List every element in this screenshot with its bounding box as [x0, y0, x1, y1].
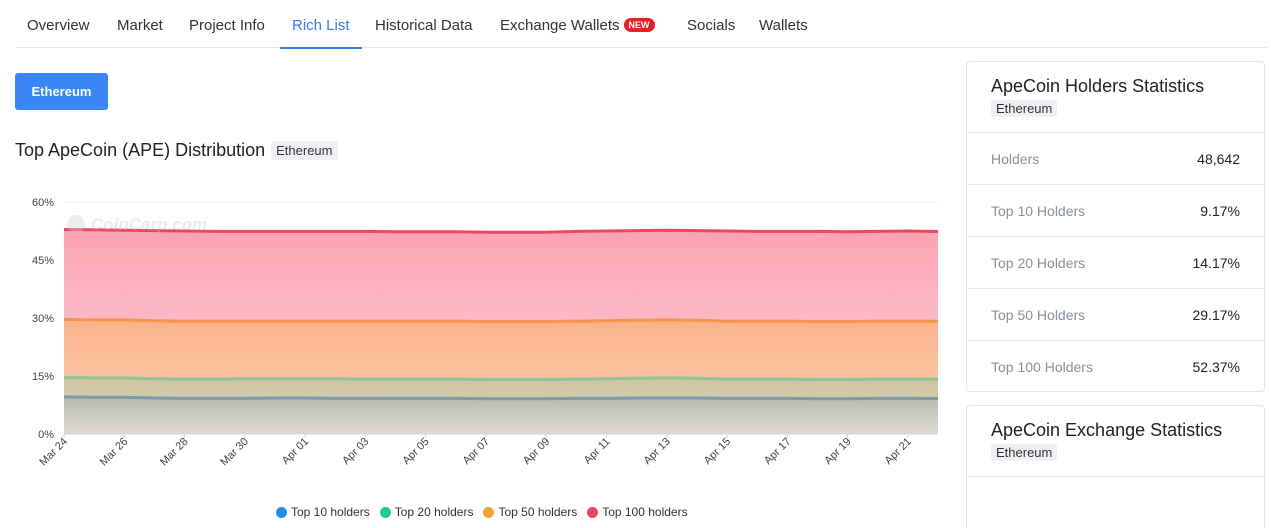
watermark-logo-icon — [67, 215, 85, 233]
holders-card-title: ApeCoin Holders Statistics — [991, 76, 1205, 96]
stat-row-top-50: Top 50 Holders 29.17% — [967, 289, 1264, 341]
chart-title: Top ApeCoin (APE) Distribution — [15, 140, 266, 160]
chart-legend: Top 10 holders Top 20 holders Top 50 hol… — [276, 505, 698, 519]
y-tick-label: 15% — [32, 371, 54, 383]
stat-label: Top 20 Holders — [991, 254, 1086, 271]
legend-dot-top-50 — [483, 506, 495, 518]
stat-value: 52.37% — [1192, 359, 1240, 375]
x-tick-label: Mar 26 — [98, 436, 131, 469]
legend-label-top-50: Top 50 holders — [498, 505, 578, 519]
tab-exchange-wallets-label: Exchange Wallets — [500, 17, 620, 34]
tab-project-info[interactable]: Project Info — [189, 0, 265, 48]
x-tick-label: Apr 21 — [883, 436, 914, 467]
x-tick-label: Apr 11 — [582, 436, 613, 467]
stat-label: Holders — [991, 150, 1040, 167]
x-axis: Mar 24 Mar 26 Mar 28 Mar 30 Apr 01 Apr 03 Apr … — [37, 434, 914, 468]
legend-dot-top-20 — [379, 506, 391, 518]
legend-dot-top-10 — [276, 506, 287, 518]
stat-label: Top 100 Holders — [991, 359, 1093, 375]
stat-value: 14.17% — [1192, 254, 1240, 271]
tab-overview[interactable]: Overview — [27, 0, 90, 48]
legend-top-50[interactable]: Top 50 holders — [483, 505, 577, 519]
tab-wallets[interactable]: Wallets — [759, 0, 808, 48]
distribution-chart: 0%15%30%45%60% Mar 24 Mar 26 Mar 28 Mar 30 A… — [32, 197, 939, 468]
exchange-card-title: ApeCoin Exchange Statistics — [991, 420, 1223, 440]
y-tick-label: 60% — [32, 197, 54, 209]
chart-title-row: Top ApeCoin (APE) Distribution Ethereum — [15, 140, 338, 161]
y-tick-label: 30% — [32, 313, 54, 325]
stat-row-top-10: Top 10 Holders 9.17% — [967, 185, 1264, 237]
chart-network-chip: Ethereum — [271, 141, 338, 160]
legend-label-top-10: Top 10 holders — [291, 505, 370, 519]
holders-card-header: ApeCoin Holders Statistics Ethereum — [967, 62, 1264, 133]
tab-exchange-wallets[interactable]: Exchange Wallets NEW — [500, 0, 655, 48]
x-tick-label: Apr 03 — [340, 436, 371, 467]
legend-label-top-100: Top 100 holders — [602, 505, 688, 519]
x-tick-label: Mar 30 — [218, 436, 251, 469]
x-tick-label: Apr 13 — [641, 436, 672, 467]
new-badge: NEW — [623, 18, 655, 32]
stat-value: 29.17% — [1192, 306, 1240, 323]
holders-card-chip: Ethereum — [991, 100, 1058, 117]
stat-label: Top 10 Holders — [991, 202, 1086, 219]
legend-dot-top-100 — [587, 506, 599, 518]
x-tick-label: Apr 17 — [762, 436, 793, 467]
y-tick-label: 45% — [32, 255, 54, 267]
x-tick-label: Mar 28 — [158, 436, 191, 469]
legend-top-100[interactable]: Top 100 holders — [587, 505, 688, 519]
legend-top-20[interactable]: Top 20 holders — [379, 505, 474, 519]
x-tick-label: Apr 19 — [822, 436, 853, 467]
tab-historical-data[interactable]: Historical Data — [375, 0, 473, 48]
legend-label-top-20: Top 20 holders — [394, 505, 474, 519]
x-tick-label: Apr 09 — [521, 436, 552, 467]
exchange-card-chip: Ethereum — [991, 444, 1058, 461]
watermark-text: CoinCarp.com — [91, 215, 207, 234]
stat-value: 9.17% — [1200, 202, 1240, 219]
tab-socials[interactable]: Socials — [687, 0, 735, 48]
x-tick-label: Apr 15 — [702, 436, 733, 467]
tab-bar: Overview Market Project Info Rich List H… — [15, 0, 1267, 49]
x-tick-label: Apr 01 — [280, 436, 311, 467]
x-tick-label: Apr 07 — [461, 436, 492, 467]
ethereum-network-button[interactable]: Ethereum — [15, 73, 108, 110]
stat-row-top-20: Top 20 Holders 14.17% — [967, 237, 1264, 289]
stat-label: Top 50 Holders — [991, 306, 1086, 323]
tab-rich-list[interactable]: Rich List — [280, 0, 361, 49]
legend-top-10[interactable]: Top 10 holders — [276, 505, 370, 519]
holders-statistics-card: ApeCoin Holders Statistics Ethereum Hold… — [966, 61, 1265, 392]
exchange-statistics-card: ApeCoin Exchange Statistics Ethereum — [966, 405, 1265, 528]
x-tick-label: Apr 05 — [400, 436, 431, 467]
chart-areas — [64, 229, 938, 434]
stat-row-holders: Holders 48,642 — [967, 133, 1264, 185]
tab-market[interactable]: Market — [117, 0, 163, 48]
stat-value: 48,642 — [1197, 150, 1240, 167]
y-axis: 0% 15% 30% 45% 60% — [32, 197, 54, 441]
area-top-10-holders — [64, 396, 938, 434]
stat-row-top-100: Top 100 Holders 52.37% — [967, 341, 1264, 393]
exchange-card-header: ApeCoin Exchange Statistics Ethereum — [967, 406, 1264, 477]
y-tick-label: 0% — [38, 429, 54, 441]
